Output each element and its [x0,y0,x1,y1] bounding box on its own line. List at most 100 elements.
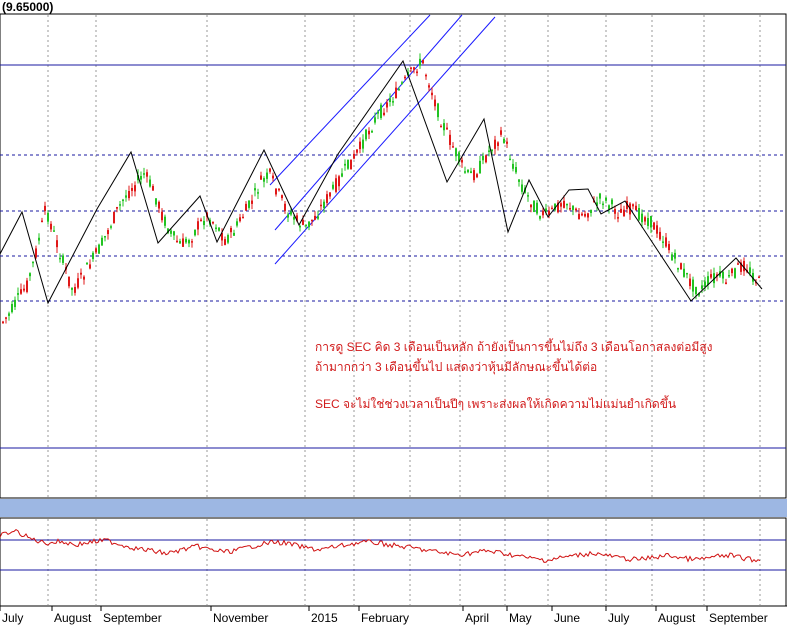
candle-body [530,204,532,208]
candle-body [107,230,109,235]
candle-body [512,163,514,169]
candle-body [53,230,55,232]
candle-body [2,321,4,324]
candle-body [119,204,121,206]
candle-body [329,192,331,197]
candle-body [185,238,187,243]
price-label: (9.65000) [2,0,53,14]
candle-body [683,268,685,277]
candle-body [614,208,616,214]
candle-body [242,216,244,219]
candle-body [197,221,199,230]
candle-body [758,276,760,279]
candle-body [101,237,103,246]
candle-body [332,184,334,189]
candle-body [302,220,304,225]
candle-body [176,240,178,243]
candle-body [731,268,733,274]
candle-body [146,172,148,177]
candle-body [395,87,397,99]
x-tick-label: July [608,611,629,625]
candle-body [710,274,712,278]
candle-body [644,217,646,222]
candle-body [533,200,535,212]
candle-body [437,103,439,118]
candle-body [233,232,235,236]
candle-body [722,271,724,279]
candle-body [212,221,214,224]
candle-body [230,227,232,233]
candle-body [359,141,361,150]
candle-body [569,208,571,210]
candle-body [35,248,37,258]
candle-body [632,204,634,207]
x-tick-label: November [213,611,268,625]
candle-body [170,230,172,234]
candle-body [737,263,739,265]
candle-body [617,217,619,219]
candle-body [134,185,136,192]
candle-body [386,102,388,108]
candle-body [449,134,451,145]
candle-body [566,203,568,206]
candle-body [164,216,166,226]
candle-body [173,231,175,236]
candle-body [149,179,151,187]
candle-body [494,139,496,149]
candle-body [641,213,643,223]
candle-body [440,125,442,128]
candle-body [275,188,277,195]
candle-body [659,231,661,240]
candle-body [470,171,472,174]
candle-body [401,82,403,84]
candle-body [590,209,592,214]
candle-body [143,173,145,175]
candle-body [326,194,328,203]
candle-body [362,139,364,149]
candle-body [131,188,133,191]
candle-body [500,130,502,135]
candle-body [215,227,217,230]
oscillator-panel [0,517,787,607]
x-tick-label: February [361,611,409,625]
candle-body [680,263,682,270]
candle-body [311,219,313,222]
candle-body [371,130,373,133]
candle-body [515,166,517,173]
candle-body [155,198,157,205]
candle-body [158,201,160,209]
candle-body [692,279,694,292]
candle-body [581,213,583,216]
candle-body [95,248,97,253]
candle-body [236,221,238,226]
candle-body [635,205,637,211]
candle-body [356,149,358,153]
candle-body [587,213,589,218]
candle-body [377,111,379,114]
candle-body [464,171,466,173]
candle-body [122,199,124,202]
candle-body [482,156,484,161]
candle-body [404,76,406,79]
candle-body [647,218,649,226]
candle-body [392,101,394,103]
candle-body [77,278,79,288]
x-tick-label: September [103,611,162,625]
candle-body [389,98,391,102]
candle-body [695,286,697,295]
candle-body [749,267,751,274]
candle-body [563,200,565,208]
candle-body [284,203,286,211]
candle-body [650,216,652,228]
candle-body [317,216,319,219]
candle-body [125,195,127,198]
x-tick-label: 2015 [311,611,338,625]
candle-body [338,176,340,187]
candle-body [677,268,679,270]
candle-body [446,127,448,130]
candle-body [416,71,418,74]
candle-body [281,195,283,199]
candle-body [662,241,664,243]
candle-body [602,203,604,206]
candle-body [62,255,64,263]
